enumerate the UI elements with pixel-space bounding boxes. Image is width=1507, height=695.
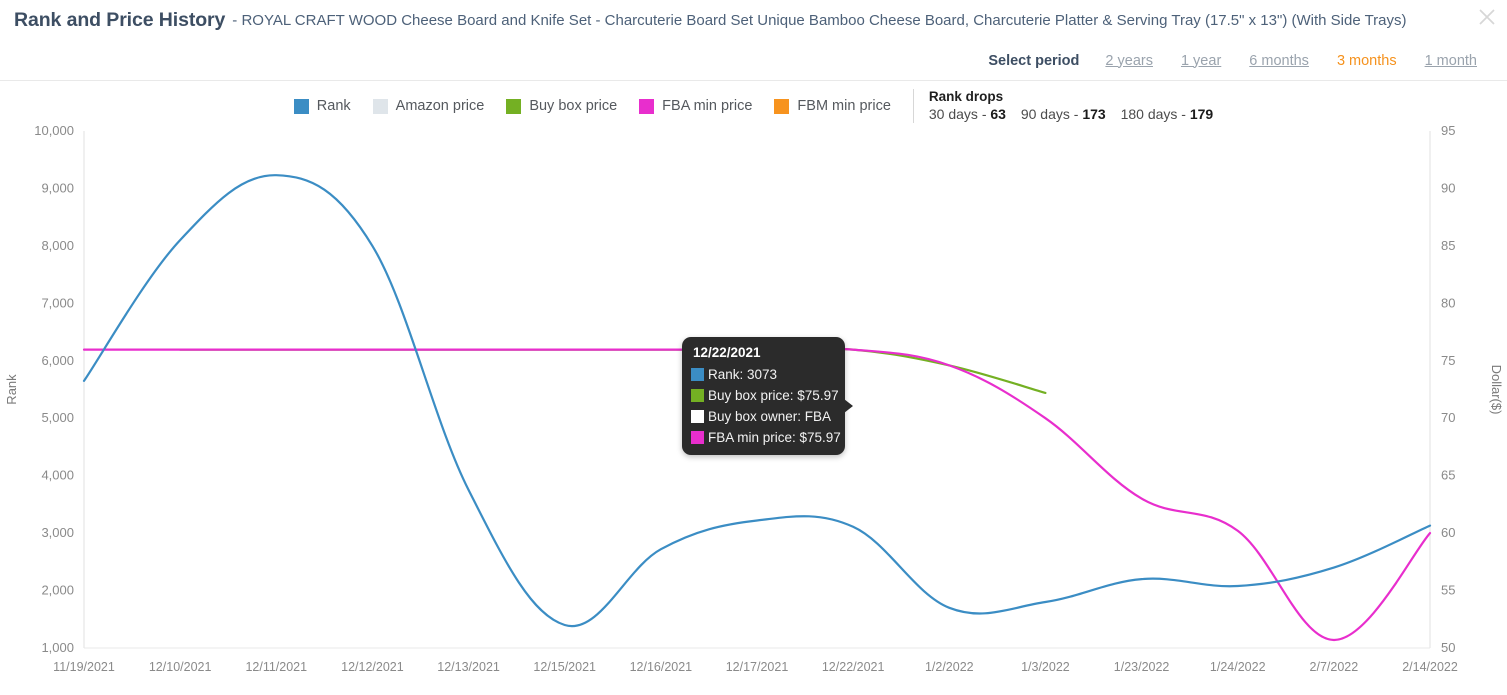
- legend-item-buy-box-price[interactable]: Buy box price: [506, 98, 617, 114]
- x-tick-label: 1/3/2022: [1021, 660, 1070, 674]
- x-tick-label: 1/24/2022: [1210, 660, 1266, 674]
- x-tick-label: 12/11/2021: [245, 660, 307, 674]
- tooltip-swatch-buy-box-owner: [691, 410, 704, 423]
- legend-swatch-fbm-min-price: [774, 98, 790, 114]
- rank-drops-values: 30 days - 63 90 days - 173 180 days - 17…: [929, 105, 1213, 124]
- legend-label-fbm-min-price: FBM min price: [797, 98, 891, 114]
- x-tick-label: 12/13/2021: [437, 660, 500, 674]
- y2-tick-label: 50: [1441, 640, 1455, 655]
- legend-swatch-fba-min-price: [639, 98, 655, 114]
- rank-drops-90-label: 90 days -: [1020, 106, 1079, 122]
- y-tick-label: 1,000: [41, 640, 74, 655]
- legend-label-rank: Rank: [316, 98, 351, 114]
- legend-swatch-amazon-price: [372, 98, 388, 114]
- tooltip-date: 12/22/2021: [693, 345, 761, 360]
- product-title: - ROYAL CRAFT WOOD Cheese Board and Knif…: [232, 12, 1407, 29]
- tooltip-swatch-rank: [691, 368, 704, 381]
- y2-tick-label: 60: [1441, 525, 1455, 540]
- period-option-1-month[interactable]: 1 month: [1425, 53, 1477, 69]
- period-selector: Select period 2 years 1 year 6 months 3 …: [0, 41, 1507, 81]
- legend-label-buy-box-price: Buy box price: [529, 98, 618, 114]
- y-tick-label: 10,000: [34, 126, 74, 138]
- tooltip-text-buy-box-price: Buy box price: $75.97: [708, 388, 839, 403]
- x-tick-label: 12/16/2021: [630, 660, 693, 674]
- y-tick-label: 6,000: [41, 353, 74, 368]
- x-tick-label: 12/10/2021: [149, 660, 212, 674]
- y-tick-label: 2,000: [41, 583, 74, 598]
- y2-tick-label: 65: [1441, 468, 1455, 483]
- y2-tick-label: 80: [1441, 295, 1455, 310]
- x-tick-label: 12/17/2021: [726, 660, 789, 674]
- period-option-6-months[interactable]: 6 months: [1249, 53, 1309, 69]
- x-tick-label: 1/2/2022: [925, 660, 974, 674]
- series-line-buy-box-price[interactable]: [179, 347, 1047, 394]
- tooltip-text-fba-min-price: FBA min price: $75.97: [708, 430, 841, 445]
- close-icon[interactable]: [1476, 6, 1498, 28]
- chart-legend: Rank Amazon price Buy box price FBA min …: [0, 88, 1507, 126]
- y2-tick-label: 75: [1441, 353, 1455, 368]
- y2-tick-label: 90: [1441, 180, 1455, 195]
- tooltip-row-buy-box-owner: Buy box owner: FBA: [691, 409, 836, 424]
- legend-item-rank[interactable]: Rank: [293, 98, 351, 114]
- legend-label-fba-min-price: FBA min price: [662, 98, 753, 114]
- y2-axis-title: Dollar($): [1489, 365, 1504, 415]
- page-title: Rank and Price History: [14, 9, 226, 31]
- legend-divider: [912, 89, 914, 123]
- tooltip-text-rank: Rank: 3073: [708, 367, 778, 382]
- y2-tick-label: 85: [1441, 238, 1455, 253]
- rank-drops-180-value: 179: [1189, 106, 1214, 122]
- rank-drops-90-value: 173: [1082, 106, 1106, 122]
- x-tick-label: 1/23/2022: [1114, 660, 1170, 674]
- rank-drops-30-value: 63: [990, 106, 1006, 122]
- x-tick-label: 12/15/2021: [533, 660, 596, 674]
- x-tick-label: 11/19/2021: [53, 660, 115, 674]
- y-tick-label: 5,000: [41, 410, 74, 425]
- rank-drops-30-label: 30 days -: [928, 106, 987, 122]
- y-tick-label: 3,000: [41, 525, 74, 540]
- legend-item-fbm-min-price[interactable]: FBM min price: [774, 98, 891, 114]
- tooltip-swatch-buy-box-price: [691, 389, 704, 402]
- legend-swatch-buy-box-price: [506, 98, 522, 114]
- y-tick-label: 8,000: [41, 238, 74, 253]
- tooltip-row-buy-box-price: Buy box price: $75.97: [691, 388, 839, 403]
- panel-header: Rank and Price History - ROYAL CRAFT WOO…: [0, 0, 1507, 41]
- y-tick-label: 7,000: [41, 295, 74, 310]
- y-tick-label: 9,000: [41, 180, 74, 195]
- rank-drops-summary: Rank drops 30 days - 63 90 days - 173 18…: [929, 88, 1213, 124]
- tooltip-row-fba-min-price: FBA min price: $75.97: [691, 430, 841, 445]
- tooltip-text-buy-box-owner: Buy box owner: FBA: [708, 409, 832, 424]
- x-tick-label: 2/7/2022: [1310, 660, 1359, 674]
- select-period-label: Select period: [988, 52, 1080, 69]
- y2-tick-label: 55: [1441, 583, 1455, 598]
- x-tick-label: 12/22/2021: [822, 660, 885, 674]
- period-option-3-months[interactable]: 3 months: [1337, 53, 1397, 69]
- x-tick-label: 12/12/2021: [341, 660, 404, 674]
- legend-label-amazon-price: Amazon price: [395, 98, 485, 114]
- x-tick-label: 2/14/2022: [1402, 660, 1458, 674]
- legend-swatch-rank: [293, 98, 309, 114]
- period-option-2-years[interactable]: 2 years: [1105, 53, 1153, 69]
- chart-tooltip: 12/22/2021 Rank: 3073 Buy box price: $75…: [682, 337, 853, 455]
- rank-drops-180-label: 180 days -: [1120, 106, 1186, 122]
- y2-tick-label: 70: [1441, 410, 1455, 425]
- rank-price-history-panel: Rank and Price History - ROYAL CRAFT WOO…: [0, 0, 1507, 695]
- tooltip-swatch-fba-min-price: [691, 431, 704, 444]
- y2-tick-label: 95: [1441, 126, 1455, 138]
- rank-drops-title: Rank drops: [928, 89, 1004, 104]
- y-axis-title: Rank: [4, 374, 19, 405]
- y-tick-label: 4,000: [41, 468, 74, 483]
- tooltip-row-rank: Rank: 3073: [691, 367, 836, 382]
- legend-item-amazon-price[interactable]: Amazon price: [372, 98, 485, 114]
- period-option-1-year[interactable]: 1 year: [1181, 53, 1221, 69]
- legend-item-fba-min-price[interactable]: FBA min price: [639, 98, 752, 114]
